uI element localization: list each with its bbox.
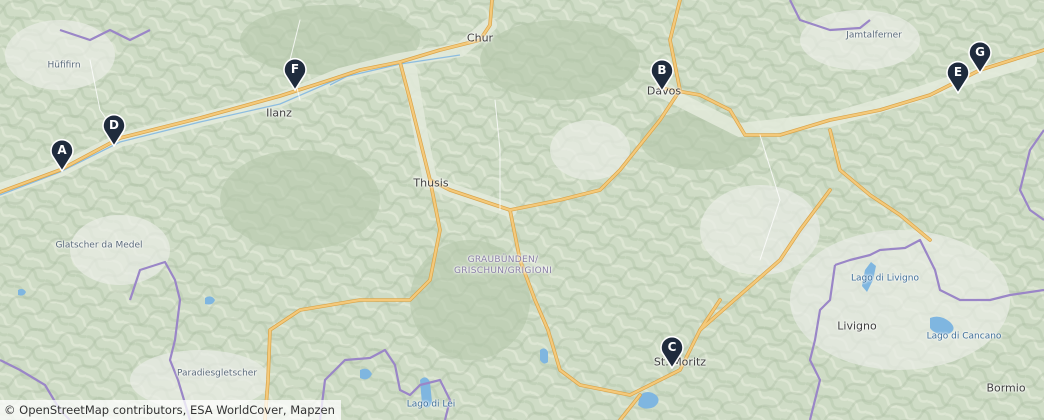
place-label-livigno: Livigno [837,319,877,333]
place-label-glatscher-da-medel: Glatscher da Medel [55,240,143,251]
marker-d[interactable]: D [101,113,127,147]
place-label-lago-di-lei: Lago di Lei [406,399,456,410]
marker-f[interactable]: F [282,57,308,91]
place-label-jamtalferner: Jamtalferner [846,30,902,41]
place-label-lago-di-cancano: Lago di Cancano [926,331,1002,342]
map-attribution[interactable]: © OpenStreetMap contributors, ESA WorldC… [0,400,341,420]
region-label: GRAUBÜNDEN/ GRISCHUN/GRIGIONI [453,254,553,276]
place-label-paradiesgletscher: Paradiesgletscher [176,368,258,379]
place-label-thusis: Thusis [413,176,449,190]
place-label-lago-di-livigno: Lago di Livigno [851,273,919,284]
marker-b[interactable]: B [649,58,675,92]
place-label-hufifirn: Hüfifirn [47,60,81,71]
place-label-ilanz: Ilanz [266,106,292,120]
marker-a[interactable]: A [49,138,75,172]
place-label-chur: Chur [466,31,494,45]
place-label-bormio: Bormio [986,381,1026,395]
marker-g[interactable]: G [967,40,993,74]
map-view[interactable]: Chur Davos Ilanz Thusis St. Moritz Livig… [0,0,1044,420]
marker-c[interactable]: C [659,335,685,369]
terrain-layer [0,0,1044,420]
